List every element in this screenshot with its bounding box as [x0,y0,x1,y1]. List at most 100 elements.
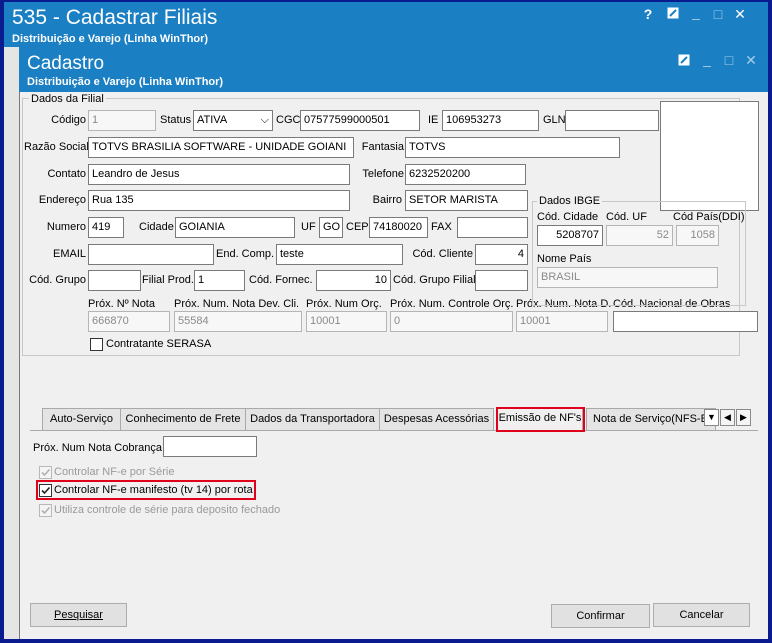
cod-uf-label: Cód. UF [606,211,647,223]
cod-fornec-label: Cód. Fornec. [249,274,313,286]
bairro-label: Bairro [372,194,402,206]
prox-num-cobranca-label: Próx. Num Nota Cobrança [33,442,162,454]
outer-window-subtitle: Distribuição e Varejo (Linha WinThor) [12,33,209,45]
cep-label: CEP [346,221,369,233]
contratante-serasa-checkbox[interactable] [90,338,103,351]
minimize-icon[interactable]: _ [700,53,714,67]
cod-cidade-label: Cód. Cidade [537,211,599,223]
controlar-serie-checkbox[interactable] [39,466,52,479]
fax-field[interactable] [457,217,528,238]
numero-label: Numero [46,221,86,233]
cod-cidade-field[interactable]: 5208707 [537,225,603,246]
filial-prod-label: Filial Prod. [142,274,194,286]
prox-nota-label: Próx. Nº Nota [88,298,155,310]
tab-dados-transportadora[interactable]: Dados da Transportadora [245,408,380,430]
cod-grupo-filial-field[interactable] [475,270,528,291]
codigo-field[interactable]: 1 [88,110,156,131]
bairro-field[interactable]: SETOR MARISTA [405,190,528,211]
logo-image-box[interactable] [660,101,759,211]
tab-highlight-box [496,407,585,432]
tab-prev-icon[interactable]: ◀ [720,409,735,426]
filial-prod-field[interactable]: 1 [194,270,245,291]
minimize-icon[interactable]: _ [689,6,703,20]
manifesto-highlight-box [36,480,256,500]
outer-window-titlebar: 535 - Cadastrar Filiais Distribuição e V… [4,2,768,47]
contratante-serasa-label: Contratante SERASA [106,338,212,350]
numero-field[interactable]: 419 [88,217,124,238]
fantasia-field[interactable]: TOTVS [405,137,620,158]
tab-auto-servico[interactable]: Auto-Serviço [42,408,121,430]
tab-strip-baseline [30,430,758,431]
close-icon[interactable]: ✕ [744,53,758,67]
nome-pais-field[interactable]: BRASIL [537,267,718,288]
confirmar-button[interactable]: Confirmar [551,604,650,628]
cancelar-button[interactable]: Cancelar [653,603,750,627]
razao-social-label: Razão Social [24,141,89,153]
tab-despesas-acessorias[interactable]: Despesas Acessórias [379,408,494,430]
tab-next-icon[interactable]: ▶ [736,409,751,426]
dados-ibge-label: Dados IBGE [537,195,603,207]
razao-social-field[interactable]: TOTVS BRASILIA SOFTWARE - UNIDADE GOIANI [88,137,354,158]
end-comp-field[interactable]: teste [276,244,403,265]
cadastro-titlebar: Cadastro Distribuição e Varejo (Linha Wi… [19,47,768,92]
prox-num-cobranca-field[interactable] [163,436,257,457]
cadastro-subtitle: Distribuição e Varejo (Linha WinThor) [27,76,224,88]
dados-filial-label: Dados da Filial [29,93,106,105]
utiliza-controle-serie-label: Utiliza controle de série para deposito … [54,504,281,516]
endereco-label: Endereço [38,194,86,206]
tab-conhecimento-frete[interactable]: Conhecimento de Frete [120,408,246,430]
cadastro-title: Cadastro [27,53,105,74]
cod-cliente-label: Cód. Cliente [412,248,473,260]
status-select[interactable]: ATIVA ⌵ [193,110,273,131]
cod-grupo-filial-label: Cód. Grupo Filial [393,274,476,286]
help-icon[interactable]: ? [641,7,655,21]
cod-pais-field[interactable]: 1058 [676,225,719,246]
prox-nota-field[interactable]: 666870 [88,311,170,332]
controlar-serie-label: Controlar NF-e por Série [54,466,175,478]
nome-pais-label: Nome País [537,253,592,265]
cadastro-form: Dados da Filial Código 1 Status ATIVA ⌵ … [19,92,768,639]
maximize-icon[interactable]: □ [722,53,736,67]
cep-field[interactable]: 74180020 [369,217,428,238]
end-comp-label: End. Comp. [216,248,275,260]
status-label: Status [160,114,192,126]
cod-uf-field[interactable]: 52 [606,225,673,246]
cod-cliente-field[interactable]: 4 [475,244,528,265]
prox-orc-label: Próx. Num Orç. [306,298,382,310]
edit-icon[interactable] [677,54,691,68]
cidade-label: Cidade [139,221,174,233]
cod-fornec-field[interactable]: 10 [316,270,391,291]
prox-ctrl-orc-field[interactable]: 0 [390,311,513,332]
uf-label: UF [301,221,316,233]
maximize-icon[interactable]: □ [711,7,725,21]
status-value: ATIVA [197,114,228,126]
close-icon[interactable]: ✕ [733,7,747,21]
tab-nota-servico[interactable]: Nota de Serviço(NFS-E [586,408,716,430]
telefone-label: Telefone [362,168,404,180]
cgc-field[interactable]: 07577599000501 [300,110,420,131]
gln-label: GLN [543,114,566,126]
cod-pais-label: Cód País(DDI) [673,211,745,223]
telefone-field[interactable]: 6232520200 [405,164,526,185]
contato-field[interactable]: Leandro de Jesus [88,164,350,185]
prox-ctrl-orc-label: Próx. Num. Controle Orç. [390,298,514,310]
endereco-field[interactable]: Rua 135 [88,190,350,211]
ie-label: IE [428,114,439,126]
chevron-down-icon: ⌵ [260,114,269,126]
prox-nota-dev-field[interactable]: 55584 [174,311,302,332]
cod-obras-field[interactable] [613,311,758,332]
ie-field[interactable]: 106953273 [442,110,539,131]
email-field[interactable] [88,244,214,265]
tab-dropdown-icon[interactable]: ▼ [704,409,719,426]
uf-field[interactable]: GO [319,217,343,238]
prox-orc-field[interactable]: 10001 [306,311,387,332]
edit-icon[interactable] [666,7,680,21]
cidade-field[interactable]: GOIANIA [175,217,295,238]
pesquisar-button[interactable]: Pesquisar [30,603,127,627]
prox-nota-d-field[interactable]: 10001 [516,311,608,332]
fantasia-label: Fantasia [361,141,404,153]
gln-field[interactable] [565,110,659,131]
email-label: EMAIL [52,248,86,260]
cod-grupo-field[interactable] [88,270,141,291]
utiliza-controle-serie-checkbox[interactable] [39,504,52,517]
